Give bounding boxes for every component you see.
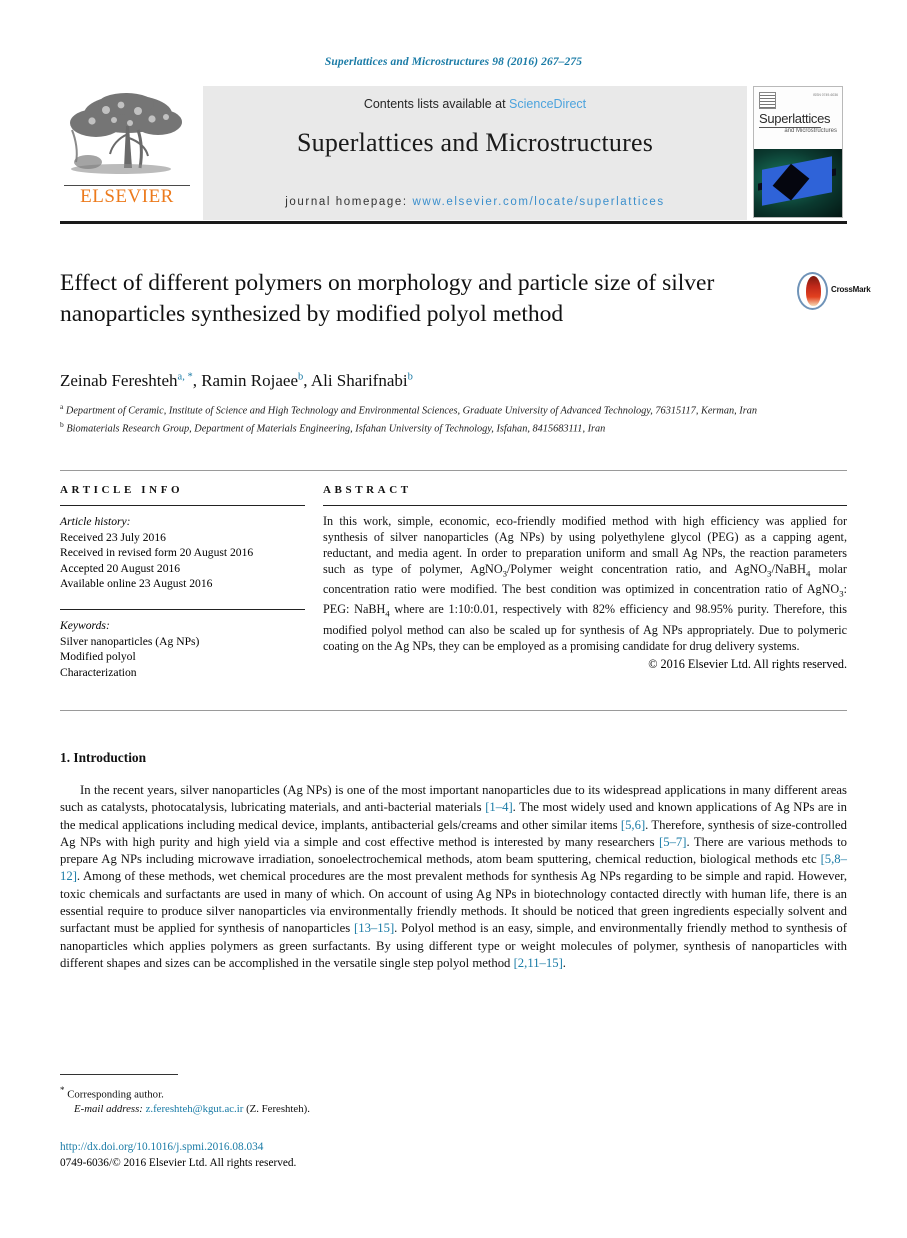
sciencedirect-link[interactable]: ScienceDirect: [509, 97, 586, 111]
cover-publisher-icon: [759, 92, 776, 109]
masthead-center: Contents lists available at ScienceDirec…: [203, 86, 747, 220]
affiliation-text-b: Biomaterials Research Group, Department …: [66, 423, 606, 435]
article-history-item: Received in revised form 20 August 2016: [60, 546, 254, 560]
citation-link[interactable]: [5,6]: [621, 818, 645, 832]
email-note: E-mail address: z.fereshteh@kgut.ac.ir (…: [60, 1102, 560, 1116]
affiliation-list: a Department of Ceramic, Institute of Sc…: [60, 400, 820, 436]
abstract-rule: [323, 505, 847, 506]
crossmark-badge[interactable]: CrossMark: [797, 272, 871, 312]
citation-link[interactable]: [2,11–15]: [514, 956, 563, 970]
asterisk-icon: *: [60, 1085, 65, 1095]
crossmark-icon: [797, 272, 828, 310]
abstract-body: In this work, simple, economic, eco-frie…: [323, 514, 847, 653]
cover-subtitle: and Microstructures: [784, 128, 837, 134]
cover-image: ISSN 0749-6036 Superlattices and Microst…: [753, 86, 843, 218]
author-name-1: Zeinab Fereshteh: [60, 371, 178, 390]
author-sep-2: ,: [303, 371, 311, 390]
author-name-2: Ramin Rojaee: [201, 371, 298, 390]
introduction-body: In the recent years, silver nanoparticle…: [60, 782, 847, 972]
footnote-block: * Corresponding author. E-mail address: …: [60, 1083, 560, 1116]
cover-artwork: [754, 149, 842, 217]
citation-link[interactable]: [5,8–12]: [60, 852, 847, 883]
corresponding-author-note: * Corresponding author.: [60, 1083, 560, 1102]
corresponding-author-text: Corresponding author.: [67, 1088, 164, 1101]
affiliation-b: b Biomaterials Research Group, Departmen…: [60, 418, 820, 436]
homepage-prefix: journal homepage:: [285, 196, 413, 208]
author-marks-1[interactable]: a, *: [178, 371, 193, 382]
article-history-item: Received 23 July 2016: [60, 530, 166, 544]
cover-corner-text: ISSN 0749-6036: [812, 93, 838, 97]
contents-available-line: Contents lists available at ScienceDirec…: [203, 97, 747, 111]
article-info-heading: ARTICLE INFO: [60, 484, 184, 496]
abstract-column: ABSTRACT In this work, simple, economic,…: [323, 484, 847, 672]
citation-link[interactable]: [13–15]: [354, 921, 394, 935]
article-history-item: Available online 23 August 2016: [60, 577, 213, 591]
elsevier-logo: ELSEVIER: [60, 86, 203, 220]
journal-homepage-line: journal homepage: www.elsevier.com/locat…: [203, 196, 747, 208]
cover-top-area: ISSN 0749-6036 Superlattices and Microst…: [754, 87, 842, 149]
author-marks-3[interactable]: b: [408, 371, 413, 382]
article-history-title: Article history:: [60, 515, 131, 528]
section-title-introduction: 1. Introduction: [60, 750, 147, 765]
article-info-rule: [60, 505, 305, 506]
citation-link[interactable]: [5–7]: [659, 835, 686, 849]
title-block: Effect of different polymers on morpholo…: [60, 268, 720, 330]
abstract-heading: ABSTRACT: [323, 484, 412, 496]
keywords-block: Keywords: Silver nanoparticles (Ag NPs) …: [60, 608, 305, 680]
page-title: Effect of different polymers on morpholo…: [60, 270, 715, 327]
contents-prefix: Contents lists available at: [363, 97, 510, 111]
journal-homepage-link[interactable]: www.elsevier.com/locate/superlattices: [413, 196, 665, 208]
affiliation-a: a Department of Ceramic, Institute of Sc…: [60, 400, 820, 418]
journal-masthead: ELSEVIER Contents lists available at Sci…: [60, 86, 847, 220]
citation-link[interactable]: [1–4]: [485, 800, 512, 814]
cover-title: Superlattices: [759, 111, 831, 126]
crossmark-label: CrossMark: [831, 285, 871, 294]
author-sep-1: ,: [192, 371, 202, 390]
keyword-item: Modified polyol: [60, 650, 136, 664]
footnote-rule: [60, 1074, 178, 1075]
keywords-title: Keywords:: [60, 618, 110, 632]
info-section-top-rule: [60, 470, 847, 471]
email-link[interactable]: z.fereshteh@kgut.ac.ir: [146, 1103, 244, 1115]
elsevier-tree-icon: [70, 93, 182, 174]
abstract-copyright: © 2016 Elsevier Ltd. All rights reserved…: [648, 656, 847, 671]
article-history-item: Accepted 20 August 2016: [60, 561, 181, 575]
author-list: Zeinab Fereshteha, *, Ramin Rojaee b, Ali…: [60, 371, 840, 391]
article-page: Superlattices and Microstructures 98 (20…: [0, 0, 907, 1238]
article-info-column: ARTICLE INFO Article history: Received 2…: [60, 484, 305, 680]
keyword-item: Silver nanoparticles (Ag NPs): [60, 634, 200, 648]
affiliation-text-a: Department of Ceramic, Institute of Scie…: [65, 405, 758, 417]
issn-copyright-line: 0749-6036/© 2016 Elsevier Ltd. All right…: [60, 1156, 297, 1169]
masthead-bottom-rule: [60, 221, 847, 224]
keywords-rule: [60, 608, 305, 610]
email-owner: (Z. Fereshteh).: [246, 1103, 310, 1115]
introduction-paragraph: In the recent years, silver nanoparticle…: [60, 783, 847, 970]
journal-cover-thumbnail: ISSN 0749-6036 Superlattices and Microst…: [747, 86, 847, 220]
author-name-3: Ali Sharifnabi: [310, 371, 408, 390]
cover-artwork-plate: [762, 156, 832, 206]
affiliation-mark-a: a: [60, 402, 64, 411]
affiliation-mark-b: b: [60, 420, 64, 430]
elsevier-wordmark: ELSEVIER: [80, 186, 174, 207]
doi-block: http://dx.doi.org/10.1016/j.spmi.2016.08…: [60, 1140, 660, 1171]
running-head: Superlattices and Microstructures 98 (20…: [324, 56, 583, 68]
doi-link[interactable]: http://dx.doi.org/10.1016/j.spmi.2016.08…: [60, 1140, 660, 1156]
journal-title: Superlattices and Microstructures: [296, 128, 654, 157]
keyword-item: Characterization: [60, 665, 137, 679]
info-section-bottom-rule: [60, 710, 847, 711]
email-label: E-mail address:: [74, 1103, 143, 1115]
